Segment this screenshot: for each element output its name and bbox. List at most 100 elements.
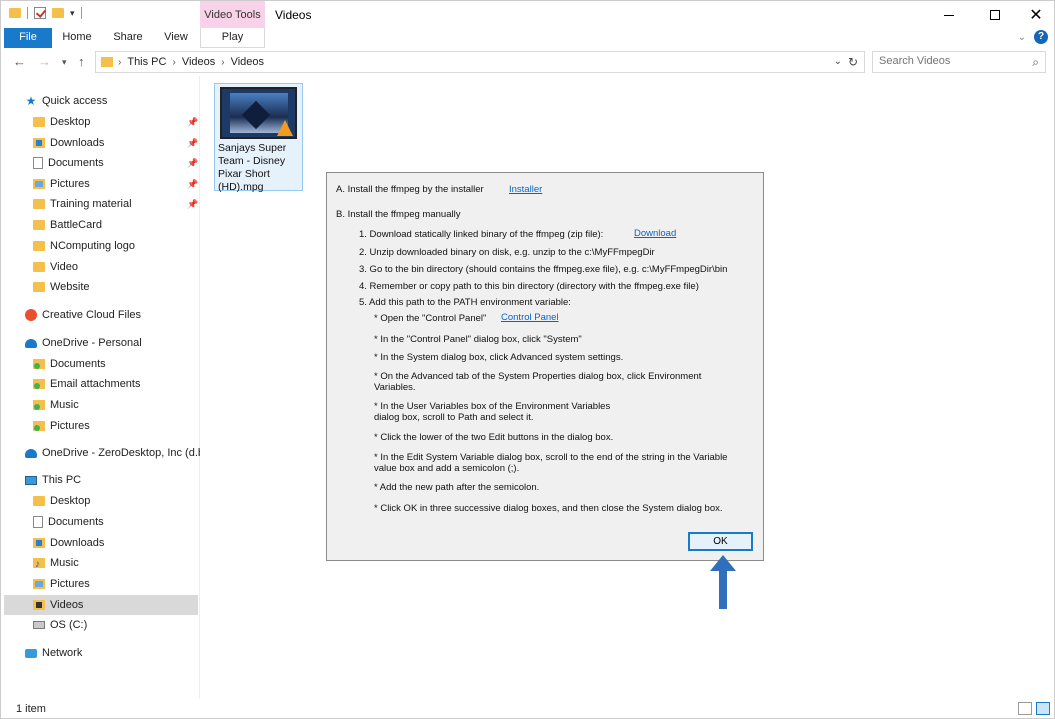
desktop-folder-icon: [33, 496, 45, 506]
sidebar-item-label: Quick access: [42, 95, 108, 107]
video-thumbnail: [220, 87, 297, 139]
documents-icon: [33, 157, 43, 169]
step-2-text: 2. Unzip downloaded binary on disk, e.g.…: [359, 247, 655, 258]
tab-play[interactable]: Play: [200, 28, 265, 48]
breadcrumb-separator-icon[interactable]: ›: [118, 57, 121, 68]
download-link[interactable]: Download: [634, 228, 676, 240]
tab-home[interactable]: Home: [57, 28, 97, 48]
sidebar-item-email-attachments[interactable]: Email attachments: [33, 374, 140, 394]
breadcrumb-separator-icon[interactable]: ›: [221, 57, 224, 68]
videos-folder-icon: [33, 600, 45, 610]
sidebar-item-ncomputing-logo[interactable]: NComputing logo: [33, 236, 135, 256]
recent-locations-chevron-icon[interactable]: ▾: [62, 57, 67, 68]
customize-toolbar-chevron-icon[interactable]: ▾: [70, 8, 75, 19]
address-bar[interactable]: › This PC › Videos › Videos ⌄ ↻: [95, 51, 865, 73]
sidebar-item-pc-music[interactable]: Music: [33, 553, 79, 575]
install-option-b: B. Install the ffmpeg manually: [336, 209, 461, 220]
install-option-a: A. Install the ffmpeg by the installer: [336, 184, 484, 195]
tab-view[interactable]: View: [157, 28, 195, 48]
search-icon[interactable]: ⌕: [1032, 55, 1039, 70]
sidebar-item-pc-documents[interactable]: Documents: [33, 512, 104, 532]
close-button[interactable]: ✕: [1016, 1, 1055, 29]
sidebar-item-network[interactable]: Network: [25, 643, 82, 663]
breadcrumb-videos-parent[interactable]: Videos: [182, 56, 215, 68]
sub-step-click-ok: * Click OK in three successive dialog bo…: [374, 503, 723, 514]
sidebar-item-onedrive-documents[interactable]: Documents: [33, 354, 106, 374]
breadcrumb-videos-current[interactable]: Videos: [231, 56, 264, 68]
properties-icon[interactable]: [34, 7, 46, 19]
sidebar-item-onedrive-business[interactable]: OneDrive - ZeroDesktop, Inc (d.b.a: [25, 443, 213, 463]
breadcrumb-separator-icon[interactable]: ›: [172, 57, 175, 68]
search-input[interactable]: [879, 55, 1019, 67]
sidebar-item-label: Pictures: [50, 420, 90, 432]
sidebar-item-label: Video: [50, 261, 78, 273]
step-4-text: 4. Remember or copy path to this bin dir…: [359, 281, 699, 292]
pictures-folder-icon: [33, 579, 45, 589]
pin-icon[interactable]: 📌: [187, 117, 198, 128]
sidebar-item-label: Documents: [48, 516, 104, 528]
sidebar-item-this-pc[interactable]: This PC: [25, 470, 81, 490]
drive-icon: [33, 621, 45, 629]
expand-ribbon-chevron-icon[interactable]: ⌄: [1018, 32, 1026, 43]
large-icons-view-icon[interactable]: [1036, 702, 1050, 715]
file-item[interactable]: Sanjays Super Team - Disney Pixar Short …: [214, 83, 303, 193]
sidebar-item-desktop[interactable]: Desktop: [33, 112, 90, 132]
sidebar-item-pc-pictures[interactable]: Pictures: [33, 574, 90, 594]
sidebar-item-video[interactable]: Video: [33, 257, 78, 277]
tab-share[interactable]: Share: [107, 28, 149, 48]
sidebar-item-os-drive[interactable]: OS (C:): [33, 615, 87, 635]
back-arrow-icon[interactable]: ←: [13, 54, 26, 69]
address-dropdown-chevron-icon[interactable]: ⌄: [834, 56, 842, 67]
refresh-icon[interactable]: ↻: [848, 55, 858, 69]
toolbar-divider: [27, 7, 28, 19]
sidebar-item-onedrive-music[interactable]: Music: [33, 395, 79, 415]
installer-link[interactable]: Installer: [509, 184, 542, 196]
step-3-text: 3. Go to the bin directory (should conta…: [359, 264, 728, 275]
forward-arrow-icon[interactable]: →: [38, 54, 51, 69]
sub-step-advanced-settings: * In the System dialog box, click Advanc…: [374, 352, 624, 363]
sidebar-item-pc-desktop[interactable]: Desktop: [33, 491, 90, 511]
sidebar-item-label: NComputing logo: [50, 240, 135, 252]
sidebar-item-onedrive-pictures[interactable]: Pictures: [33, 416, 90, 436]
minimize-button[interactable]: [929, 1, 969, 29]
sub-step-click-system: * In the "Control Panel" dialog box, cli…: [374, 334, 582, 345]
up-arrow-icon[interactable]: ↑: [78, 54, 85, 69]
sidebar-item-label: Website: [50, 281, 90, 293]
sidebar-item-onedrive-personal[interactable]: OneDrive - Personal: [25, 333, 142, 353]
sidebar-item-pc-downloads[interactable]: Downloads: [33, 533, 104, 553]
pin-icon[interactable]: 📌: [187, 138, 198, 149]
sidebar-item-website[interactable]: Website: [33, 277, 90, 297]
synced-folder-icon: [33, 421, 45, 431]
search-box[interactable]: ⌕: [872, 51, 1046, 73]
pin-icon[interactable]: 📌: [187, 158, 198, 169]
sidebar-item-pictures[interactable]: Pictures: [33, 174, 90, 194]
ok-button[interactable]: OK: [688, 532, 753, 551]
control-panel-link[interactable]: Control Panel: [501, 312, 559, 324]
pin-icon[interactable]: 📌: [187, 199, 198, 210]
sidebar-item-label: This PC: [42, 474, 82, 486]
sidebar-item-documents[interactable]: Documents: [33, 153, 104, 173]
sidebar-item-creative-cloud[interactable]: Creative Cloud Files: [25, 305, 141, 325]
sidebar-item-quick-access[interactable]: ★ Quick access: [25, 91, 108, 111]
sidebar-item-label: Music: [50, 399, 79, 411]
new-folder-icon[interactable]: [52, 8, 64, 18]
pin-icon[interactable]: 📌: [187, 179, 198, 190]
maximize-button[interactable]: [975, 1, 1015, 29]
sidebar-item-label: Training material: [50, 198, 132, 210]
tab-file[interactable]: File: [4, 28, 52, 48]
sidebar-item-label: Desktop: [50, 495, 91, 507]
onedrive-cloud-icon: [25, 338, 37, 348]
sidebar-item-pc-videos[interactable]: Videos: [4, 595, 198, 615]
sidebar-item-label: Pictures: [50, 178, 90, 190]
breadcrumb-this-pc[interactable]: This PC: [127, 56, 166, 68]
breadcrumb: › This PC › Videos › Videos: [118, 56, 264, 68]
sidebar-item-label: Creative Cloud Files: [42, 309, 142, 321]
ffmpeg-install-dialog: A. Install the ffmpeg by the installer I…: [326, 172, 764, 561]
sidebar-item-label: Documents: [50, 358, 106, 370]
details-view-icon[interactable]: [1018, 702, 1032, 715]
sidebar-item-downloads[interactable]: Downloads: [33, 133, 104, 153]
title-bar: ▾ Video Tools Videos ✕: [0, 0, 1055, 29]
sidebar-item-training-material[interactable]: Training material: [33, 194, 132, 214]
sidebar-item-battlecard[interactable]: BattleCard: [33, 215, 102, 235]
help-icon[interactable]: ?: [1034, 30, 1048, 44]
